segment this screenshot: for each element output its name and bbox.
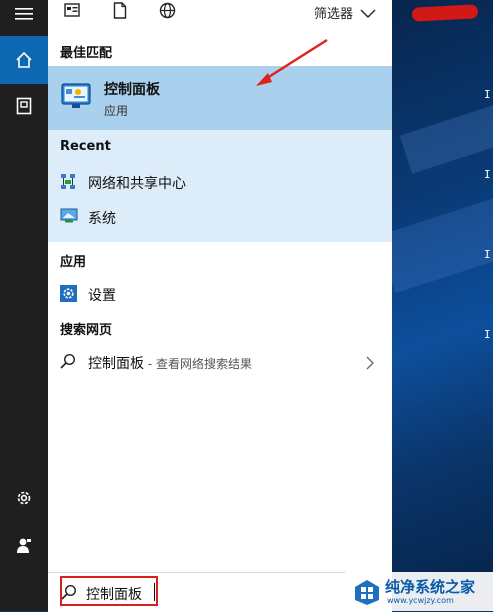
best-match-title: 控制面板 [104, 82, 160, 98]
recent-header: Recent [60, 139, 111, 154]
results-toolbar: 筛选器 [48, 0, 392, 26]
apps-list-icon [64, 3, 80, 17]
device-button[interactable] [0, 82, 48, 130]
feedback-button[interactable] [0, 522, 48, 570]
hamburger-menu-button[interactable] [0, 0, 48, 28]
watermark-logo-icon [355, 580, 379, 605]
desktop-icon-label[interactable]: I [484, 168, 491, 181]
search-highlight-frame [60, 576, 158, 606]
filter-dropdown-button[interactable] [360, 4, 376, 23]
desktop-icon-label[interactable]: I [484, 88, 491, 101]
documents-filter-button[interactable] [113, 2, 127, 23]
hamburger-menu-icon [15, 8, 33, 20]
control-panel-icon [61, 83, 91, 113]
settings-button[interactable] [0, 474, 48, 522]
web-filter-button[interactable] [159, 2, 176, 23]
filter-dropdown-label[interactable]: 筛选器 [314, 3, 353, 22]
recent-item-label: 网络和共享中心 [88, 176, 186, 192]
web-search-header: 搜索网页 [60, 323, 113, 338]
desktop-background: I I I I [392, 0, 493, 611]
home-button[interactable] [0, 36, 48, 84]
web-search-label: 控制面板 - 查看网络搜索结果 [88, 353, 252, 373]
globe-icon [159, 2, 176, 19]
app-result-label: 设置 [88, 288, 116, 304]
web-search-result[interactable]: 控制面板 - 查看网络搜索结果 [48, 346, 392, 378]
recent-item[interactable]: 网络和共享中心 [48, 166, 392, 198]
best-match-result[interactable]: 控制面板 应用 [48, 66, 392, 130]
redaction-mark [411, 4, 479, 22]
site-watermark: 纯净系统之家 www.ycwjzy.com [345, 572, 493, 611]
recent-item-label: 系统 [88, 211, 116, 227]
search-results-panel: 筛选器 最佳匹配 控制面板 应用 Recent 网络和共享中心 系统 应用 设置… [48, 0, 392, 612]
web-search-suffix: - 查看网络搜索结果 [144, 357, 252, 371]
home-icon [16, 51, 32, 68]
device-icon [16, 97, 32, 115]
watermark-url: www.ycwjzy.com [387, 596, 454, 605]
watermark-title: 纯净系统之家 [385, 578, 476, 596]
system-monitor-icon [60, 208, 78, 228]
app-result[interactable]: 设置 [48, 278, 392, 310]
settings-app-icon [60, 285, 77, 306]
chevron-right-icon[interactable] [366, 355, 374, 374]
web-search-query: 控制面板 [88, 356, 144, 372]
desktop-light-beam [399, 86, 493, 174]
network-sharing-center-icon [60, 173, 76, 195]
recent-item[interactable]: 系统 [48, 201, 392, 233]
apps-filter-button[interactable] [64, 2, 80, 22]
user-feedback-icon [17, 538, 31, 553]
document-icon [113, 2, 127, 19]
chevron-down-icon [360, 9, 376, 18]
best-match-subtitle: 应用 [104, 104, 129, 118]
desktop-light-beam [392, 186, 493, 294]
best-match-header: 最佳匹配 [60, 46, 113, 61]
settings-gear-icon [17, 491, 31, 505]
desktop-icon-label[interactable]: I [484, 328, 491, 341]
search-box[interactable]: 控制面板 [48, 572, 392, 612]
desktop-icon-label[interactable]: I [484, 248, 491, 261]
apps-header: 应用 [60, 255, 87, 270]
search-icon [60, 353, 76, 373]
start-left-rail [0, 0, 48, 611]
